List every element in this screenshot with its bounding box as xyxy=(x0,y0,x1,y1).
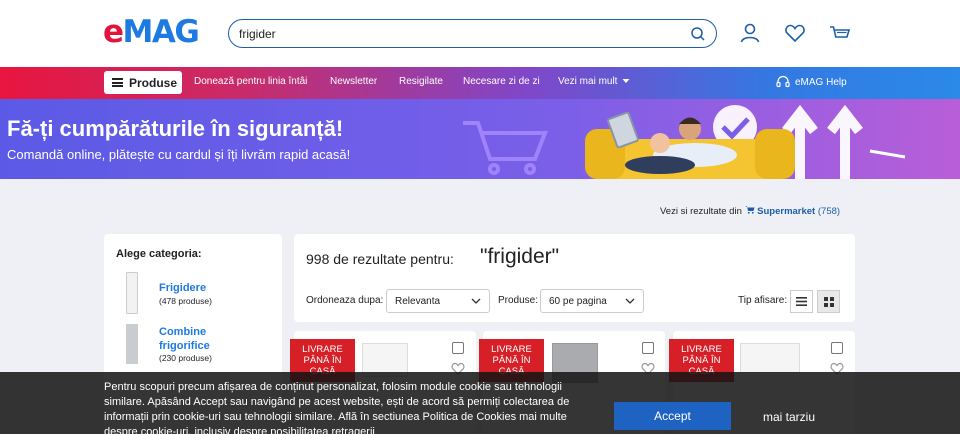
sort-value: Relevanta xyxy=(395,296,441,307)
search-input[interactable] xyxy=(239,26,690,41)
nav-link-newsletter[interactable]: Newsletter xyxy=(330,76,377,87)
arrow-shapes xyxy=(782,104,863,179)
category-count: (478 produse) xyxy=(159,296,212,306)
per-page-value: 60 pe pagina xyxy=(549,296,607,307)
category-thumbnail xyxy=(126,272,138,314)
logo-e: e xyxy=(103,14,124,50)
emag-help-link[interactable]: eMAG Help xyxy=(776,75,847,89)
list-view-button[interactable] xyxy=(790,290,813,313)
heart-icon[interactable] xyxy=(784,22,806,44)
results-count: 998 de rezultate pentru: xyxy=(306,251,454,267)
accept-cookies-button[interactable]: Accept xyxy=(614,402,731,430)
product-image[interactable] xyxy=(740,343,800,373)
chevron-down-icon xyxy=(622,79,630,83)
cookie-text: Pentru scopuri precum afișarea de conțin… xyxy=(104,381,570,434)
results-query: "frigider" xyxy=(480,245,560,268)
cookie-consent-bar: Pentru scopuri precum afișarea de conțin… xyxy=(0,372,960,434)
sort-select[interactable]: Relevanta xyxy=(386,289,490,313)
per-page-label: Produse: xyxy=(498,295,539,306)
cart-icon[interactable] xyxy=(829,22,851,44)
supermarket-results-link[interactable]: Vezi si rezultate din Supermarket (758) xyxy=(660,205,840,217)
help-label: eMAG Help xyxy=(795,76,847,88)
results-header: 998 de rezultate pentru: "frigider" Ordo… xyxy=(294,234,855,322)
supermarket-prefix: Vezi si rezultate din xyxy=(660,206,742,217)
category-name[interactable]: Combine frigorifice xyxy=(159,325,259,353)
supermarket-name[interactable]: Supermarket xyxy=(757,206,815,217)
emag-logo[interactable]: e MAG xyxy=(103,14,200,50)
compare-checkbox[interactable] xyxy=(452,342,464,354)
per-page-select[interactable]: 60 pe pagina xyxy=(540,289,644,313)
vezi-mai-mult-label: Vezi mai mult xyxy=(558,76,618,87)
products-menu-button[interactable]: Produse xyxy=(104,71,182,94)
nav-link-vezi-mai-mult[interactable]: Vezi mai mult xyxy=(558,76,630,87)
nav-link-resigilate[interactable]: Resigilate xyxy=(399,76,443,87)
promo-banner[interactable]: Fă-ți cumpărăturile în siguranță! Comand… xyxy=(0,99,960,179)
sort-label: Ordoneaza dupa: xyxy=(306,295,384,306)
headset-icon xyxy=(776,75,790,88)
nav-bar: Produse Donează pentru linia întâi Newsl… xyxy=(0,67,960,99)
list-view-icon xyxy=(796,297,807,306)
category-thumbnail xyxy=(126,324,138,364)
supermarket-count: (758) xyxy=(817,206,841,217)
logo-mag: MAG xyxy=(122,14,200,50)
category-name[interactable]: Frigidere xyxy=(159,281,259,295)
menu-icon xyxy=(112,78,123,87)
category-count: (230 produse) xyxy=(159,353,212,363)
compare-checkbox[interactable] xyxy=(642,342,654,354)
banner-title: Fă-ți cumpărăturile în siguranță! xyxy=(7,116,344,141)
nav-link-doneaza[interactable]: Donează pentru linia întâi xyxy=(194,76,307,87)
chevron-down-icon xyxy=(625,298,635,304)
search-box[interactable] xyxy=(228,19,717,48)
category-panel-title: Alege categoria: xyxy=(116,248,202,260)
later-button[interactable]: mai tarziu xyxy=(763,410,815,424)
banner-subtitle: Comandă online, plătește cu cardul și îț… xyxy=(7,147,351,162)
cart-illustration-icon xyxy=(463,121,548,175)
user-icon[interactable] xyxy=(739,22,761,44)
search-icon[interactable] xyxy=(690,26,706,42)
view-type-label: Tip afisare: xyxy=(738,295,788,306)
compare-checkbox[interactable] xyxy=(831,342,843,354)
supermarket-cart-icon xyxy=(745,206,754,214)
header: e MAG xyxy=(0,0,960,67)
products-label: Produse xyxy=(129,75,178,90)
grid-view-button[interactable] xyxy=(817,290,840,313)
grid-view-icon xyxy=(823,296,834,307)
nav-link-necesare[interactable]: Necesare zi de zi xyxy=(463,76,540,87)
chevron-down-icon xyxy=(471,298,481,304)
